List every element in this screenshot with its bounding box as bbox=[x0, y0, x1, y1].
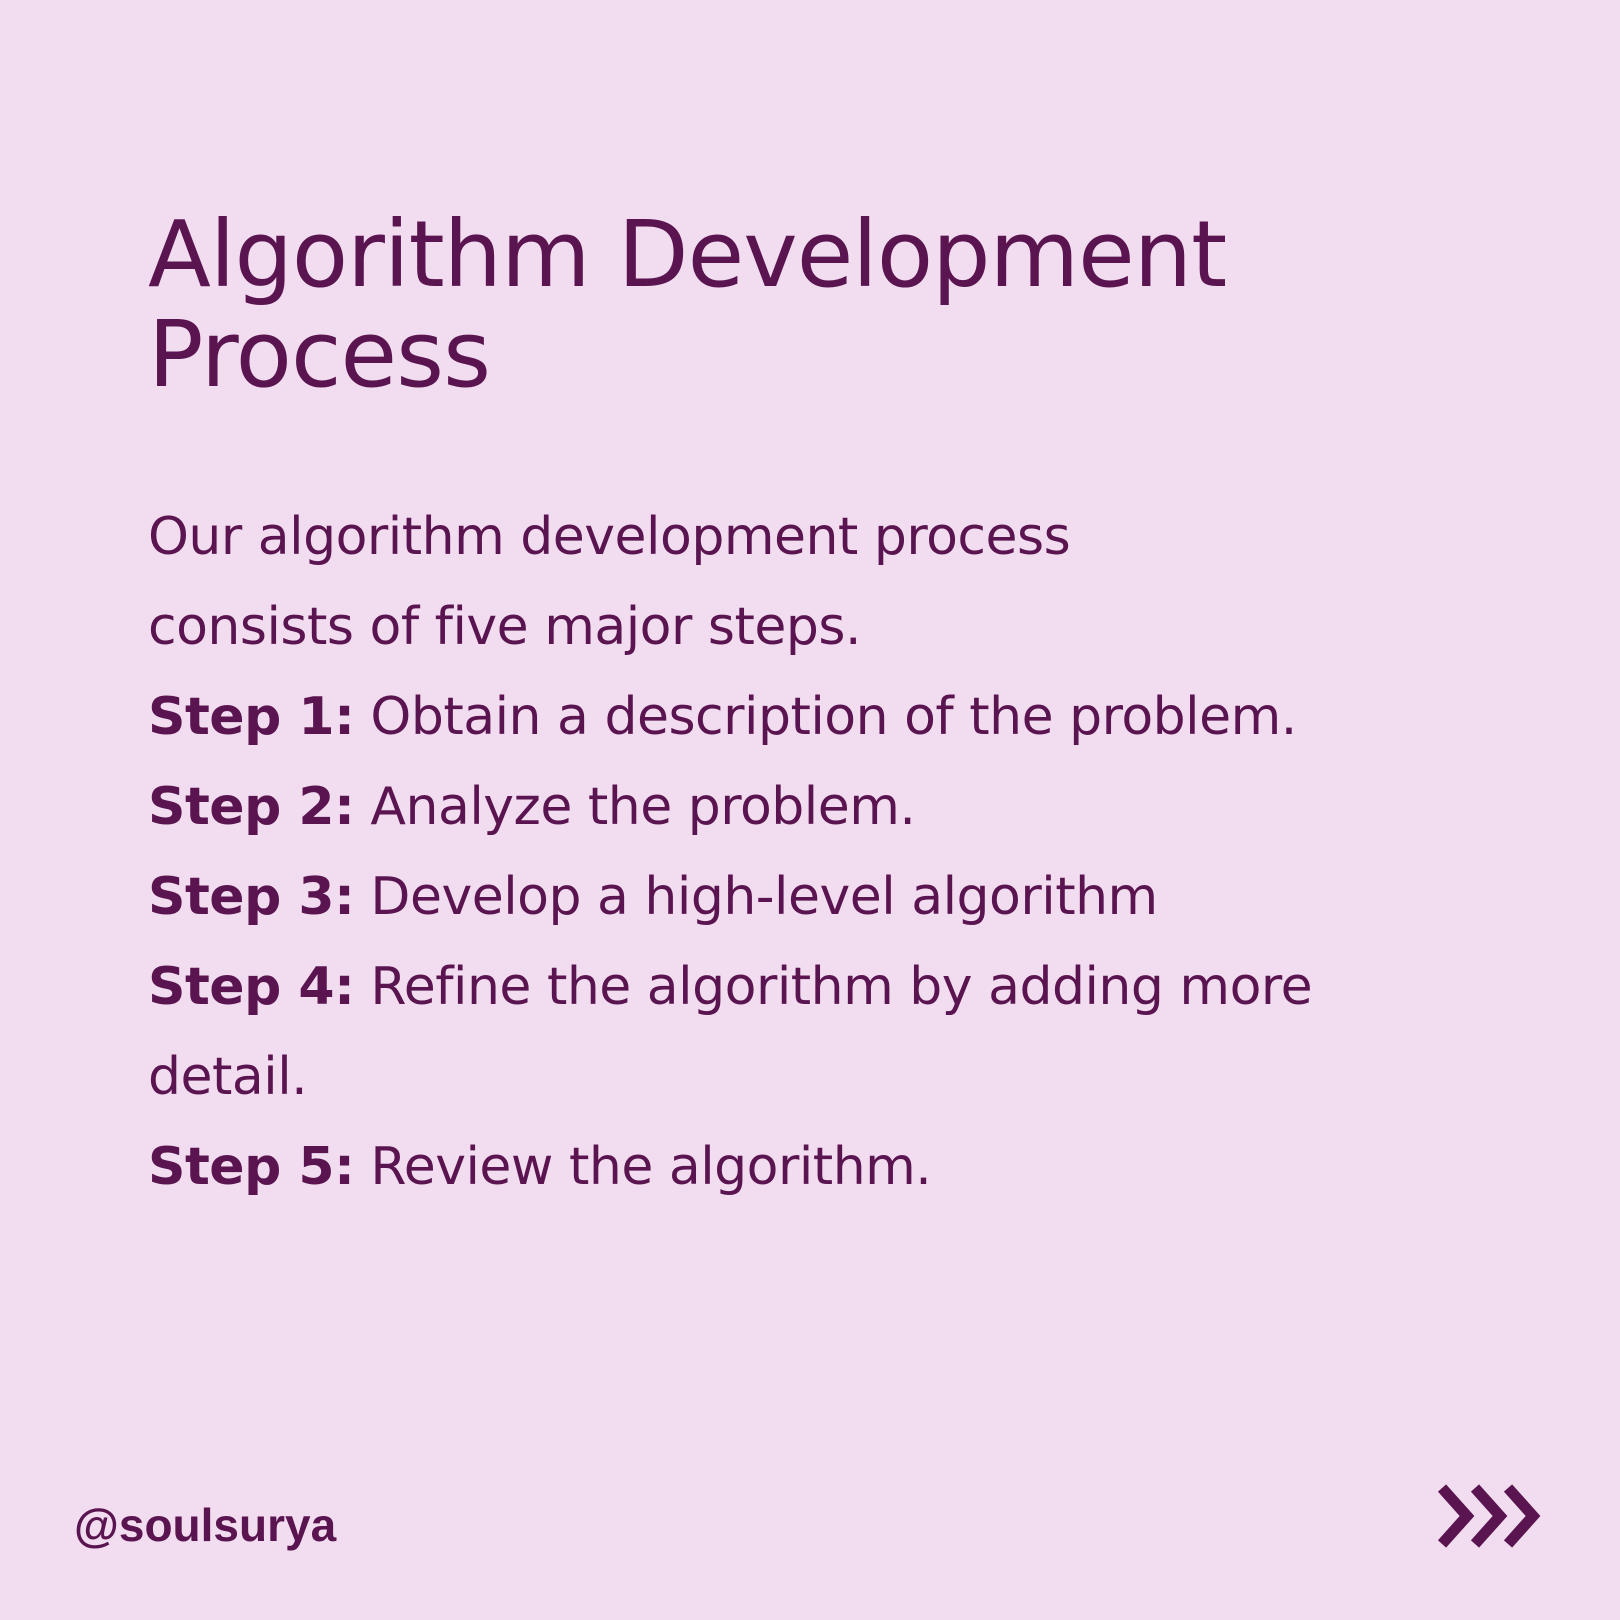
step-text: Review the algorithm. bbox=[354, 1137, 932, 1197]
intro-line-1: Our algorithm development process bbox=[148, 507, 1071, 567]
step-text: Obtain a description of the problem. bbox=[354, 687, 1297, 747]
step-label: Step 4: bbox=[148, 957, 355, 1017]
steps-description: Our algorithm development process consis… bbox=[148, 492, 1488, 1212]
title-line-2: Process bbox=[148, 301, 491, 408]
step-item-1: Step 1: Obtain a description of the prob… bbox=[148, 672, 1488, 762]
step-label: Step 2: bbox=[148, 777, 355, 837]
title-line-1: Algorithm Development bbox=[148, 201, 1227, 308]
step-item-4-continued: detail. bbox=[148, 1047, 308, 1107]
triple-chevron-right-icon[interactable] bbox=[1438, 1483, 1544, 1549]
step-label: Step 1: bbox=[148, 687, 355, 747]
step-label: Step 5: bbox=[148, 1137, 355, 1197]
step-text: Develop a high-level algorithm bbox=[354, 867, 1158, 927]
step-item-2: Step 2: Analyze the problem. bbox=[148, 762, 1488, 852]
step-item-4: Step 4: Refine the algorithm by adding m… bbox=[148, 942, 1488, 1032]
page-title: Algorithm Development Process bbox=[148, 205, 1528, 405]
step-label: Step 3: bbox=[148, 867, 355, 927]
step-text: Refine the algorithm by adding more bbox=[354, 957, 1313, 1017]
intro-line-2: consists of five major steps. bbox=[148, 597, 862, 657]
slide: Algorithm Development Process Our algori… bbox=[0, 0, 1620, 1620]
step-item-5: Step 5: Review the algorithm. bbox=[148, 1122, 1488, 1212]
step-item-3: Step 3: Develop a high-level algorithm bbox=[148, 852, 1488, 942]
chevron-right-icon bbox=[1438, 1484, 1475, 1548]
step-text: Analyze the problem. bbox=[354, 777, 916, 837]
chevron-right-icon bbox=[1503, 1484, 1541, 1548]
chevron-right-icon bbox=[1470, 1484, 1508, 1548]
author-handle: @soulsurya bbox=[74, 1499, 337, 1551]
